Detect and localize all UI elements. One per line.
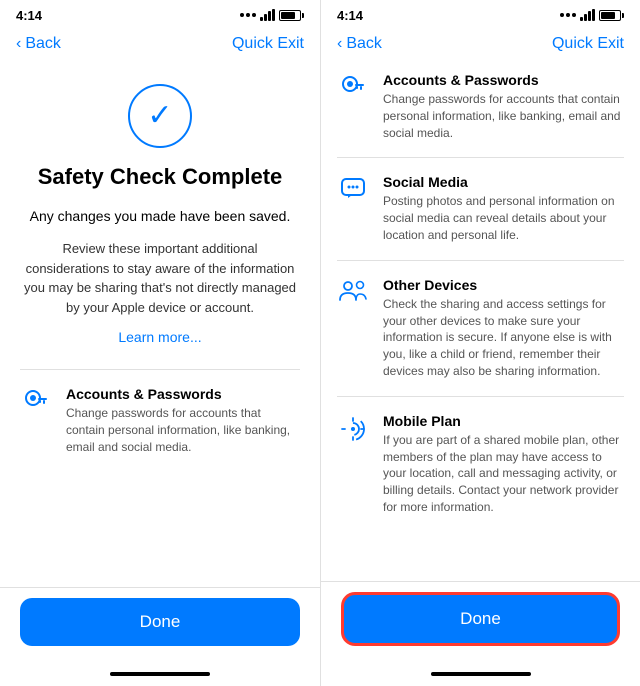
status-icons-left	[240, 9, 304, 21]
battery-icon-right	[599, 10, 624, 21]
home-bar-left	[110, 672, 210, 676]
social-desc-right: Posting photos and personal information …	[383, 193, 624, 243]
signal-icon-right	[337, 413, 369, 443]
list-item-left-accounts: Accounts & Passwords Change passwords fo…	[20, 386, 300, 455]
list-item-right-social: Social Media Posting photos and personal…	[337, 174, 624, 243]
accounts-desc-left: Change passwords for accounts that conta…	[66, 405, 300, 455]
people-icon-right	[337, 277, 369, 301]
time-left: 4:14	[16, 8, 42, 23]
mobile-desc-right: If you are part of a shared mobile plan,…	[383, 432, 624, 516]
saved-description: Any changes you made have been saved.	[20, 206, 300, 227]
devices-desc-right: Check the sharing and access settings fo…	[383, 296, 624, 380]
bottom-area-left: Done	[0, 587, 320, 666]
quick-exit-button-left[interactable]: Quick Exit	[232, 35, 304, 53]
mobile-item-text-right: Mobile Plan If you are part of a shared …	[383, 413, 624, 516]
back-button-right[interactable]: ‹ Back	[337, 35, 382, 53]
divider-r2	[337, 260, 624, 261]
list-item-right-mobile: Mobile Plan If you are part of a shared …	[337, 413, 624, 516]
main-content-left: ✓ Safety Check Complete Any changes you …	[0, 64, 320, 587]
battery-icon-left	[279, 10, 304, 21]
mobile-title-right: Mobile Plan	[383, 413, 624, 429]
done-button-right[interactable]: Done	[341, 592, 620, 646]
done-button-left[interactable]: Done	[20, 598, 300, 646]
accounts-title-left: Accounts & Passwords	[66, 386, 300, 402]
wifi-icon-left	[260, 9, 275, 21]
signal-dots-right	[560, 13, 576, 17]
back-label-left: Back	[25, 35, 61, 53]
accounts-desc-right: Change passwords for accounts that conta…	[383, 91, 624, 141]
check-circle-icon: ✓	[128, 84, 192, 148]
divider-r3	[337, 396, 624, 397]
divider-r1	[337, 157, 624, 158]
divider-left	[20, 369, 300, 370]
social-item-text-right: Social Media Posting photos and personal…	[383, 174, 624, 243]
list-item-right-accounts: Accounts & Passwords Change passwords fo…	[337, 72, 624, 141]
social-title-right: Social Media	[383, 174, 624, 190]
chevron-left-icon: ‹	[16, 35, 21, 53]
key-icon-left	[20, 386, 52, 416]
home-indicator-right	[321, 666, 640, 686]
right-panel: 4:14 ‹ Back Quick Exit	[320, 0, 640, 686]
time-right: 4:14	[337, 8, 363, 23]
review-note: Review these important additional consid…	[20, 239, 300, 317]
wifi-icon-right	[580, 9, 595, 21]
left-panel: 4:14 ‹ Back Quick Exit	[0, 0, 320, 686]
nav-bar-left: ‹ Back Quick Exit	[0, 28, 320, 64]
nav-bar-right: ‹ Back Quick Exit	[321, 28, 640, 64]
devices-title-right: Other Devices	[383, 277, 624, 293]
list-item-right-devices: Other Devices Check the sharing and acce…	[337, 277, 624, 380]
back-button-left[interactable]: ‹ Back	[16, 35, 61, 53]
chevron-left-icon-right: ‹	[337, 35, 342, 53]
devices-item-text-right: Other Devices Check the sharing and acce…	[383, 277, 624, 380]
accounts-item-text-right: Accounts & Passwords Change passwords fo…	[383, 72, 624, 141]
quick-exit-button-right[interactable]: Quick Exit	[552, 35, 624, 53]
key-icon-right	[337, 72, 369, 102]
home-indicator-left	[0, 666, 320, 686]
checkmark-icon: ✓	[147, 101, 172, 131]
chat-icon-right	[337, 174, 369, 202]
status-bar-right: 4:14	[321, 0, 640, 28]
accounts-item-text-left: Accounts & Passwords Change passwords fo…	[66, 386, 300, 455]
learn-more-link[interactable]: Learn more...	[20, 329, 300, 345]
signal-dots-left	[240, 13, 256, 17]
home-bar-right	[431, 672, 531, 676]
status-bar-left: 4:14	[0, 0, 320, 28]
bottom-area-right: Done	[321, 581, 640, 666]
status-icons-right	[560, 9, 624, 21]
accounts-title-right: Accounts & Passwords	[383, 72, 624, 88]
back-label-right: Back	[346, 35, 382, 53]
right-content: Accounts & Passwords Change passwords fo…	[321, 64, 640, 581]
main-title: Safety Check Complete	[20, 164, 300, 190]
